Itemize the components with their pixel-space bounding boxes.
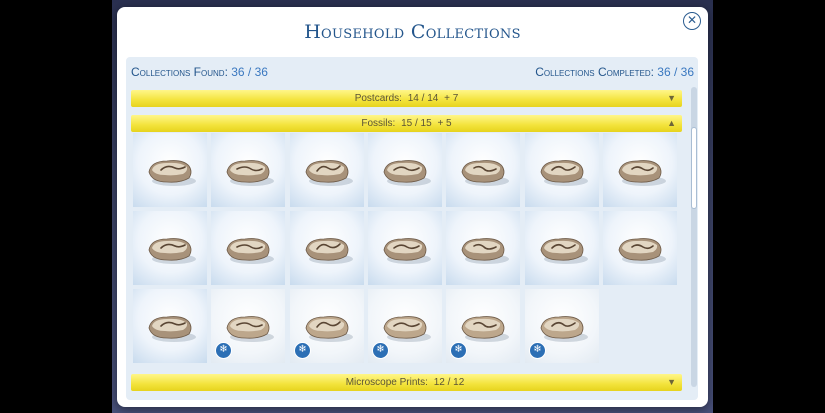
fossil-icon [148, 160, 196, 186]
fossil-surface [544, 318, 580, 332]
chevron-down-icon: ▼ [667, 93, 676, 103]
chevron-down-icon: ▼ [667, 377, 676, 387]
fossil-icon [618, 160, 666, 186]
chevron-up-icon: ▲ [667, 118, 676, 128]
category-bar-postcards[interactable]: Postcards: 14 / 14 + 7 ▼ [131, 90, 682, 107]
category-name: Microscope Prints: [345, 377, 428, 388]
collections-found: Collections Found: 36 / 36 [131, 65, 268, 79]
fossil-icon [540, 238, 588, 264]
fossil-surface [309, 318, 345, 332]
collection-stats: Collections Found: 36 / 36 Collections C… [131, 65, 694, 81]
fossil-slot[interactable] [525, 133, 599, 207]
dialog-title: Household Collections [304, 21, 521, 43]
screen: Household Collections ✕ Collections Foun… [0, 0, 825, 413]
fossil-slot[interactable] [133, 133, 207, 207]
fossil-icon [383, 160, 431, 186]
fossil-icon [148, 316, 196, 342]
fossil-slot[interactable] [446, 211, 520, 285]
fossil-slot[interactable] [603, 133, 677, 207]
category-count: 15 / 15 [401, 118, 432, 129]
category-count: 12 / 12 [433, 377, 465, 388]
collections-completed-value: 36 / 36 [657, 65, 694, 79]
fossil-icon [383, 238, 431, 264]
collections-found-label: Collections Found: [131, 65, 228, 79]
scrollbar-thumb[interactable] [691, 127, 697, 209]
fossil-slot[interactable]: ❄ [446, 289, 520, 363]
fossil-slot[interactable] [133, 211, 207, 285]
fossil-slot[interactable] [290, 133, 364, 207]
fossil-icon [226, 316, 274, 342]
household-collections-dialog: Household Collections ✕ Collections Foun… [117, 7, 708, 407]
collections-completed-label: Collections Completed: [535, 65, 654, 79]
fossil-slot[interactable] [446, 133, 520, 207]
fossil-slot[interactable]: ❄ [211, 289, 285, 363]
snowflake-icon: ❄ [372, 342, 389, 359]
fossil-icon [226, 238, 274, 264]
category-bonus: + 5 [437, 118, 452, 129]
fossil-slot[interactable]: ❄ [525, 289, 599, 363]
fossil-slot[interactable] [211, 211, 285, 285]
collections-completed: Collections Completed: 36 / 36 [535, 65, 694, 79]
fossil-slot[interactable] [368, 211, 442, 285]
fossil-icon [461, 238, 509, 264]
fossil-slot[interactable] [133, 289, 207, 363]
snowflake-icon: ❄ [215, 342, 232, 359]
collections-found-value: 36 / 36 [231, 65, 268, 79]
fossil-slot[interactable] [603, 211, 677, 285]
fossil-icon [461, 316, 509, 342]
fossil-icon [383, 316, 431, 342]
snowflake-icon: ❄ [529, 342, 546, 359]
fossil-slot[interactable]: ❄ [368, 289, 442, 363]
collections-panel: Collections Found: 36 / 36 Collections C… [126, 57, 698, 400]
fossil-grid: ❄ ❄ ❄ ❄ ❄ [133, 133, 683, 370]
fossil-icon [618, 238, 666, 264]
close-icon[interactable]: ✕ [683, 12, 701, 30]
fossil-icon [226, 160, 274, 186]
category-name: Postcards: [354, 93, 402, 104]
snowflake-icon: ❄ [294, 342, 311, 359]
scrollbar[interactable] [691, 87, 697, 387]
fossil-icon [148, 238, 196, 264]
fossil-surface [309, 240, 345, 254]
fossil-surface [544, 240, 580, 254]
category-name: Fossils: [361, 118, 396, 129]
fossil-icon [305, 238, 353, 264]
fossil-surface [544, 162, 580, 176]
fossil-slot[interactable] [211, 133, 285, 207]
fossil-slot[interactable] [290, 211, 364, 285]
fossil-icon [540, 160, 588, 186]
category-bonus: + 7 [444, 93, 459, 104]
fossil-icon [305, 160, 353, 186]
category-bar-fossils[interactable]: Fossils: 15 / 15 + 5 ▲ [131, 115, 682, 132]
fossil-icon [461, 160, 509, 186]
fossil-slot[interactable] [368, 133, 442, 207]
category-count: 14 / 14 [407, 93, 439, 104]
snowflake-icon: ❄ [450, 342, 467, 359]
category-bar-microscope-prints[interactable]: Microscope Prints: 12 / 12 ▼ [131, 374, 682, 391]
fossil-icon [305, 316, 353, 342]
fossil-surface [309, 162, 345, 176]
fossil-icon [540, 316, 588, 342]
fossil-slot[interactable]: ❄ [290, 289, 364, 363]
fossil-slot[interactable] [525, 211, 599, 285]
